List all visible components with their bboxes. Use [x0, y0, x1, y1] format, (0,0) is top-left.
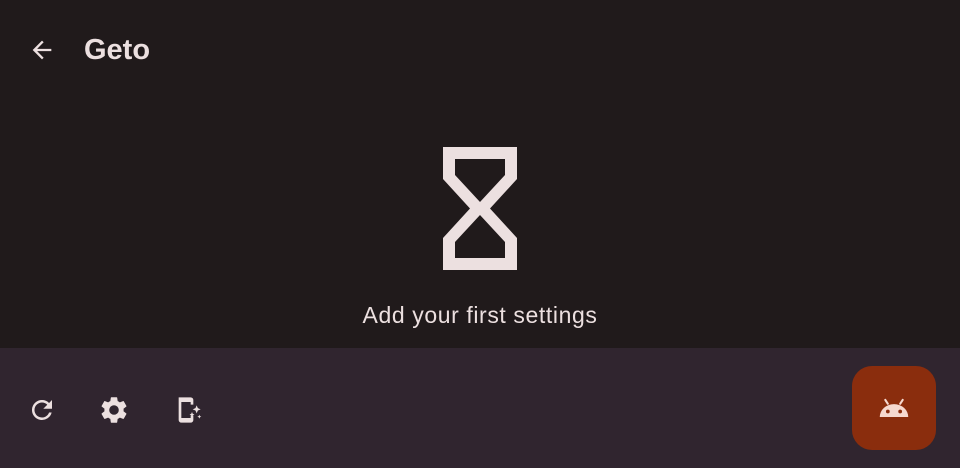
- launch-app-icon: [178, 397, 202, 423]
- empty-state-message: Add your first settings: [362, 302, 598, 328]
- settings-gear-icon: [101, 397, 127, 423]
- launch-app-button[interactable]: [166, 388, 210, 432]
- refresh-button[interactable]: [20, 388, 64, 432]
- top-app-bar: Geto: [0, 0, 960, 100]
- arrow-back-icon: [32, 40, 52, 60]
- empty-state: Add your first settings: [0, 140, 960, 340]
- android-icon: [879, 398, 909, 417]
- hourglass-icon: [443, 147, 517, 270]
- settings-button[interactable]: [92, 388, 136, 432]
- bottom-app-bar: [0, 348, 960, 468]
- back-button[interactable]: [20, 28, 64, 72]
- refresh-icon: [31, 399, 52, 420]
- page-title: Geto: [84, 34, 151, 66]
- android-fab-button[interactable]: [852, 366, 936, 450]
